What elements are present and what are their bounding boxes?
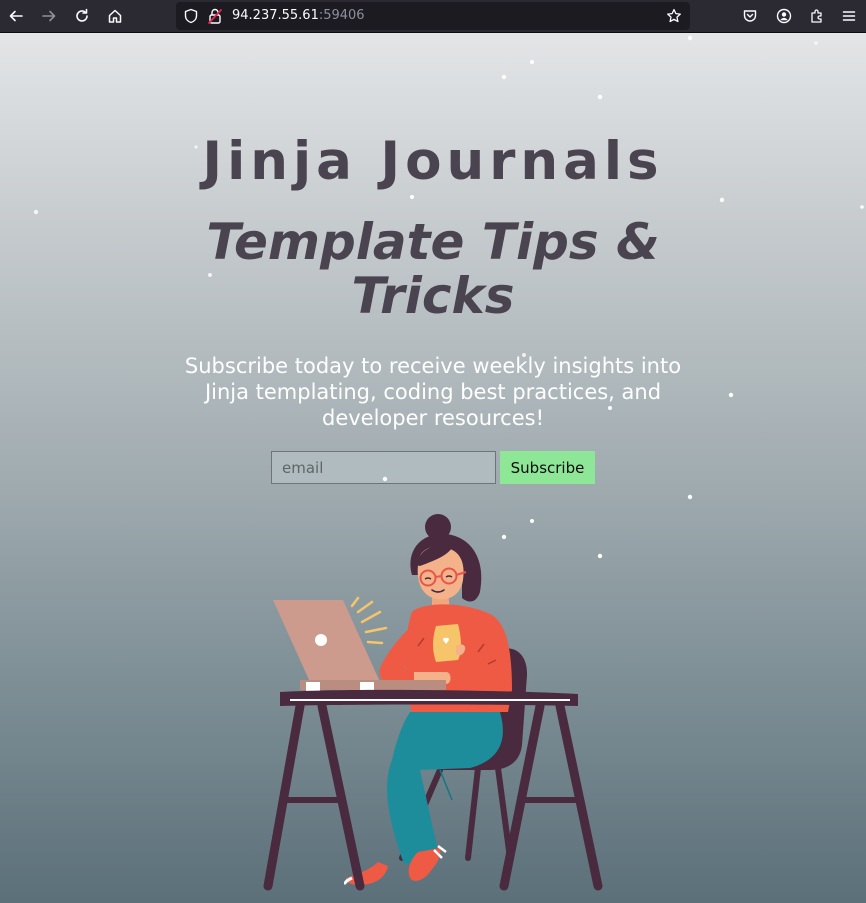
account-icon[interactable] [772, 4, 796, 28]
url-text[interactable]: 94.237.55.61:59406 [232, 8, 365, 23]
back-arrow-icon[interactable] [4, 4, 28, 28]
bookmark-star-icon[interactable] [666, 8, 682, 24]
headline: Template Tips & Tricks [206, 213, 660, 325]
woman-at-desk-illustration [263, 514, 603, 891]
forward-arrow-icon[interactable] [37, 4, 61, 28]
email-input[interactable] [271, 451, 496, 484]
url-port: :59406 [318, 8, 365, 23]
shield-icon[interactable] [183, 8, 199, 24]
menu-icon[interactable] [837, 4, 861, 28]
extensions-icon[interactable] [805, 4, 829, 28]
reload-icon[interactable] [70, 4, 94, 28]
page-content: Jinja Journals Template Tips & Tricks Su… [0, 33, 866, 903]
subscribe-button[interactable]: Subscribe [500, 451, 595, 484]
insecure-lock-icon[interactable] [207, 7, 223, 25]
url-bar[interactable]: 94.237.55.61:59406 [176, 2, 690, 30]
home-icon[interactable] [103, 4, 127, 28]
browser-toolbar: 94.237.55.61:59406 [0, 0, 866, 33]
brand-title: Jinja Journals [202, 131, 664, 192]
pocket-icon[interactable] [738, 4, 762, 28]
subscribe-tagline: Subscribe today to receive weekly insigh… [184, 354, 682, 430]
url-host: 94.237.55.61 [232, 8, 319, 23]
